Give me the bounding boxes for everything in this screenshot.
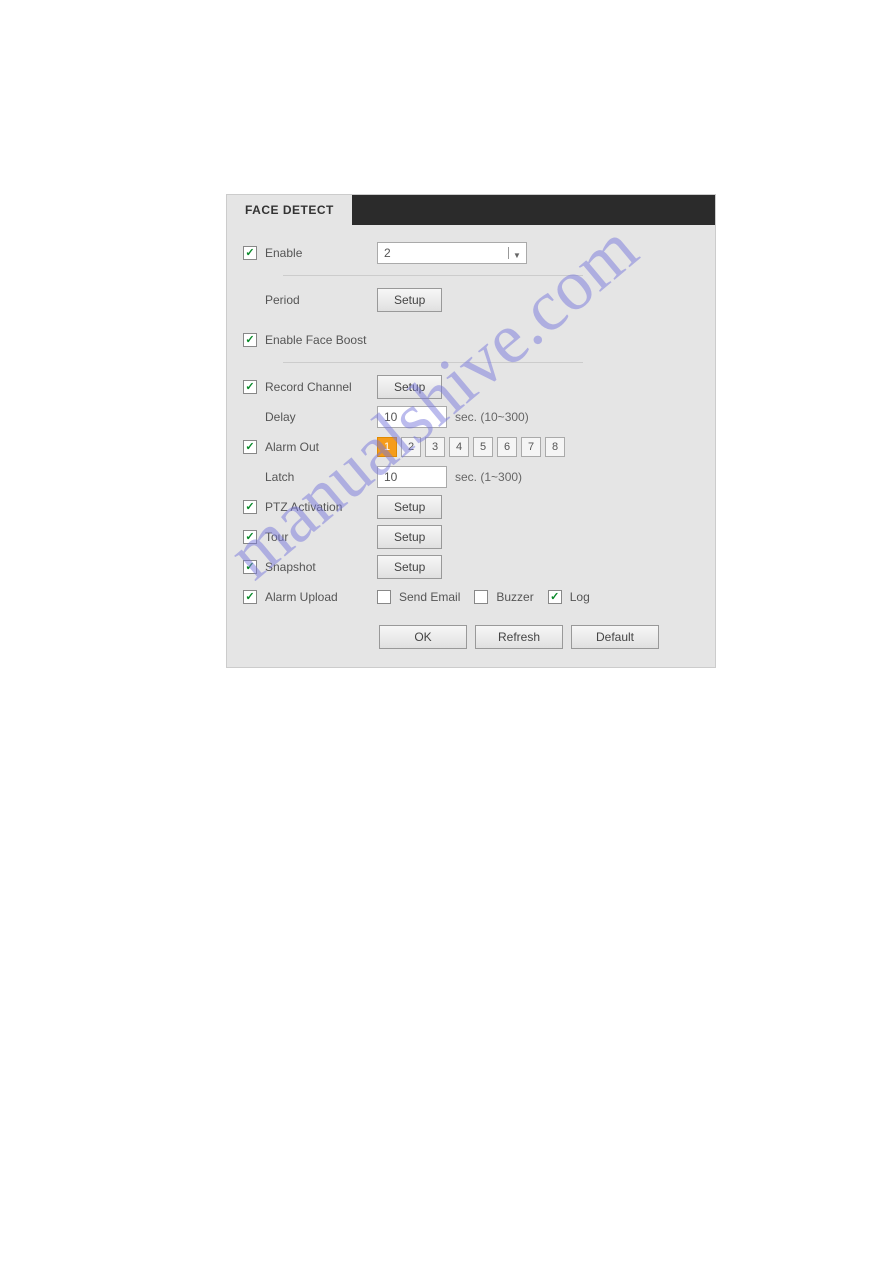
tour-label: Tour [265, 530, 377, 544]
alarm-out-8[interactable]: 8 [545, 437, 565, 457]
alarm-out-1[interactable]: 1 [377, 437, 397, 457]
log-checkbox[interactable] [548, 590, 562, 604]
enable-label: Enable [265, 246, 377, 260]
buzzer-label: Buzzer [496, 590, 533, 604]
ptz-checkbox[interactable] [243, 500, 257, 514]
period-label: Period [265, 293, 377, 307]
footer-buttons: OK Refresh Default [379, 625, 699, 649]
alarm-out-label: Alarm Out [265, 440, 377, 454]
tab-face-detect[interactable]: FACE DETECT [227, 195, 352, 225]
enable-select-value: 2 [384, 246, 391, 260]
alarm-out-2[interactable]: 2 [401, 437, 421, 457]
snapshot-label: Snapshot [265, 560, 377, 574]
alarm-out-3[interactable]: 3 [425, 437, 445, 457]
alarm-out-7[interactable]: 7 [521, 437, 541, 457]
alarm-out-channels: 1 2 3 4 5 6 7 8 [377, 437, 565, 457]
record-channel-label: Record Channel [265, 380, 377, 394]
alarm-out-5[interactable]: 5 [473, 437, 493, 457]
divider [283, 275, 583, 276]
tour-checkbox[interactable] [243, 530, 257, 544]
enable-select[interactable]: 2 [377, 242, 527, 264]
snapshot-checkbox[interactable] [243, 560, 257, 574]
panel-header: FACE DETECT [227, 195, 715, 225]
face-boost-label: Enable Face Boost [265, 333, 366, 347]
enable-checkbox[interactable] [243, 246, 257, 260]
face-detect-panel: FACE DETECT Enable 2 Period Setup Enable… [226, 194, 716, 668]
refresh-button[interactable]: Refresh [475, 625, 563, 649]
record-channel-checkbox[interactable] [243, 380, 257, 394]
latch-label: Latch [265, 470, 377, 484]
record-channel-setup-button[interactable]: Setup [377, 375, 442, 399]
ptz-setup-button[interactable]: Setup [377, 495, 442, 519]
divider [283, 362, 583, 363]
alarm-out-checkbox[interactable] [243, 440, 257, 454]
ok-button[interactable]: OK [379, 625, 467, 649]
buzzer-checkbox[interactable] [474, 590, 488, 604]
delay-input[interactable]: 10 [377, 406, 447, 428]
chevron-down-icon [508, 247, 520, 259]
delay-label: Delay [265, 410, 377, 424]
latch-input[interactable]: 10 [377, 466, 447, 488]
log-label: Log [570, 590, 590, 604]
face-boost-checkbox[interactable] [243, 333, 257, 347]
tour-setup-button[interactable]: Setup [377, 525, 442, 549]
period-setup-button[interactable]: Setup [377, 288, 442, 312]
default-button[interactable]: Default [571, 625, 659, 649]
snapshot-setup-button[interactable]: Setup [377, 555, 442, 579]
delay-unit: sec. (10~300) [455, 410, 529, 424]
alarm-out-4[interactable]: 4 [449, 437, 469, 457]
ptz-label: PTZ Activation [265, 500, 377, 514]
send-email-checkbox[interactable] [377, 590, 391, 604]
alarm-upload-checkbox[interactable] [243, 590, 257, 604]
panel-body: Enable 2 Period Setup Enable Face Boost … [227, 225, 715, 667]
latch-unit: sec. (1~300) [455, 470, 522, 484]
send-email-label: Send Email [399, 590, 460, 604]
alarm-upload-label: Alarm Upload [265, 590, 377, 604]
alarm-out-6[interactable]: 6 [497, 437, 517, 457]
